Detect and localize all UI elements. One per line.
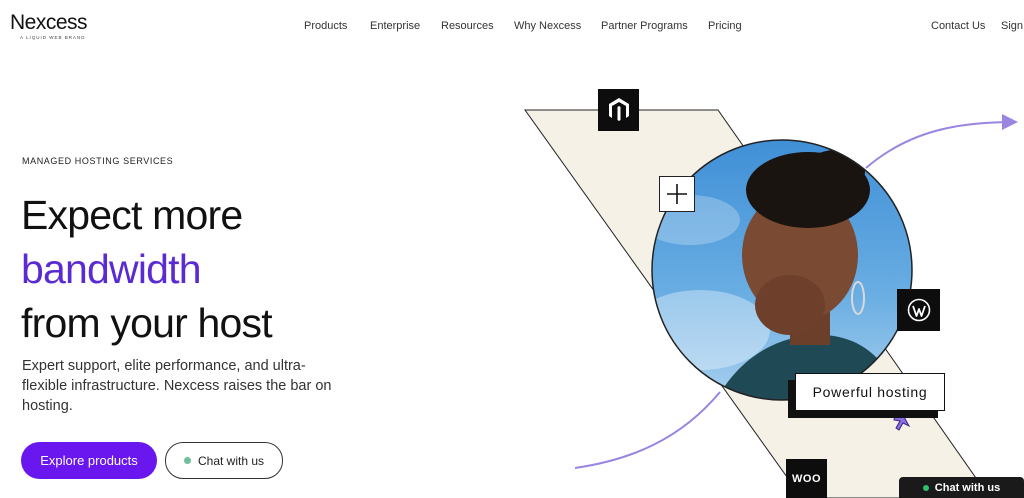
nav-products[interactable]: Products (304, 20, 347, 32)
wordpress-logo-icon (897, 289, 940, 331)
chat-with-us-button[interactable]: Chat with us (165, 442, 283, 479)
logo-tagline: A LIQUID WEB BRAND (20, 35, 86, 40)
nav-resources[interactable]: Resources (441, 20, 494, 32)
logo-wordmark: Nexcess (10, 11, 88, 34)
hero-eyebrow: MANAGED HOSTING SERVICES (22, 156, 174, 166)
chat-widget-button[interactable]: Chat with us (899, 477, 1024, 498)
powerful-hosting-card: Powerful hosting (795, 373, 945, 411)
nexcess-logo[interactable]: Nexcess A LIQUID WEB BRAND (10, 11, 88, 41)
woo-badge-text: WOO (792, 472, 821, 485)
hero-headline-line-1: Expect more (21, 192, 243, 238)
nav-enterprise[interactable]: Enterprise (370, 20, 420, 32)
online-status-dot-icon (922, 484, 929, 491)
arrow-top-right (865, 114, 1018, 169)
hero-headline-accent: bandwidth (21, 246, 202, 292)
nav-why-nexcess[interactable]: Why Nexcess (514, 20, 581, 32)
nav-pricing[interactable]: Pricing (708, 20, 742, 32)
arrow-bottom-left (574, 391, 721, 469)
status-dot-icon (183, 457, 191, 464)
woocommerce-logo-icon: WOO (786, 459, 827, 498)
magento-logo-icon (598, 89, 639, 131)
plus-icon (659, 176, 695, 212)
explore-products-button[interactable]: Explore products (21, 442, 157, 479)
nav-partner-programs[interactable]: Partner Programs (601, 20, 688, 32)
hero-headline-line-3: from your host (21, 300, 273, 346)
nav-contact-us[interactable]: Contact Us (931, 20, 985, 32)
hero-subtext: Expert support, elite performance, and u… (22, 358, 332, 414)
chat-widget-label: Chat with us (934, 481, 1001, 494)
nav-sign-in[interactable]: Sign (1001, 20, 1023, 32)
chat-with-us-label: Chat with us (197, 453, 265, 468)
